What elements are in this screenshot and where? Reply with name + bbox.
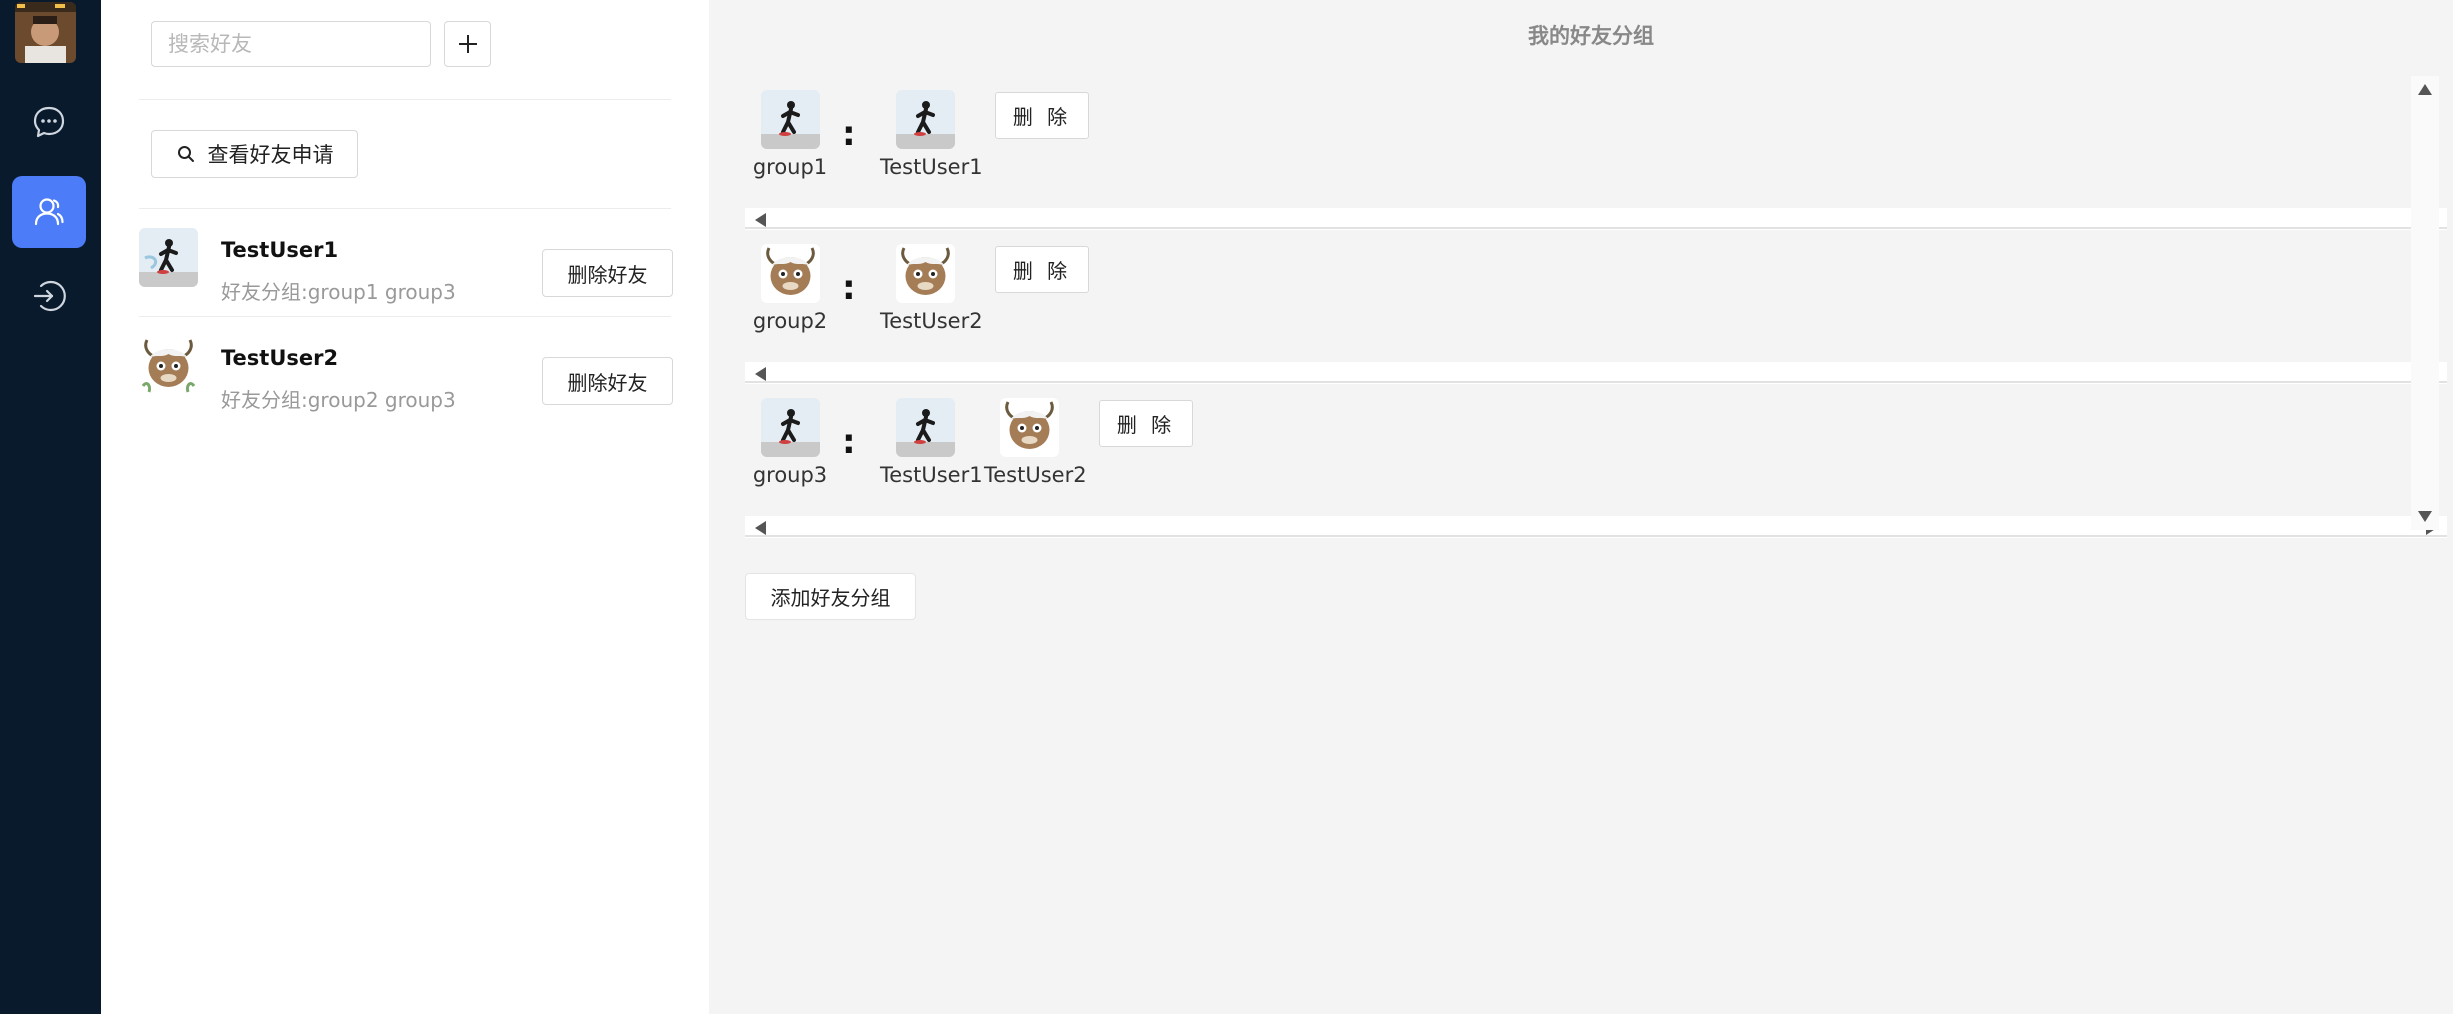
divider — [745, 227, 2447, 229]
plus-icon — [458, 35, 477, 53]
friend-item[interactable]: TestUser1 好友分组:group1 group3 删除好友 — [139, 218, 673, 326]
member-name: TestUser2 — [984, 463, 1087, 487]
group-item[interactable]: group2 — [745, 244, 835, 333]
group-name: group2 — [752, 309, 828, 333]
vertical-scrollbar[interactable] — [2411, 76, 2439, 530]
scroll-down-icon[interactable] — [2418, 511, 2432, 522]
nav-logout[interactable] — [12, 260, 86, 332]
delete-group-button[interactable]: 删 除 — [995, 246, 1089, 293]
divider — [745, 381, 2447, 383]
friend-list-panel: 查看好友申请 TestUser1 好友分组:group1 group3 删除好友 — [101, 0, 709, 1014]
chat-bubble-icon — [33, 106, 65, 138]
friend-item[interactable]: TestUser2 好友分组:group2 group3 删除好友 — [139, 326, 673, 434]
contacts-icon — [34, 198, 64, 226]
group-member[interactable]: TestUser2 — [984, 398, 1087, 487]
delete-friend-button[interactable]: 删除好友 — [542, 357, 673, 405]
divider — [139, 99, 671, 100]
group-name: group1 — [752, 155, 828, 179]
add-friend-button[interactable] — [444, 21, 491, 67]
friend-name: TestUser2 — [221, 346, 339, 370]
group-colon: : — [842, 268, 856, 308]
goat-avatar — [999, 398, 1059, 457]
divider — [745, 535, 2447, 537]
view-friend-requests-button[interactable]: 查看好友申请 — [151, 130, 358, 178]
scroll-left-icon[interactable] — [755, 367, 766, 381]
group-name: group3 — [752, 463, 828, 487]
goat-avatar — [895, 244, 955, 303]
view-friend-requests-label: 查看好友申请 — [207, 143, 334, 167]
delete-friend-button[interactable]: 删除好友 — [542, 249, 673, 297]
user-avatar[interactable] — [15, 2, 76, 63]
scroll-up-icon[interactable] — [2418, 84, 2432, 95]
search-input[interactable] — [151, 21, 431, 67]
group-row: group2 : TestUser2 删 除 — [745, 230, 2447, 384]
friend-groups-panel: 我的好友分组 group1 : TestUser1 删 除 group2: T… — [709, 0, 2453, 1014]
logout-icon — [33, 280, 66, 312]
divider — [139, 208, 671, 209]
app-root: 查看好友申请 TestUser1 好友分组:group1 group3 删除好友 — [0, 0, 2453, 1014]
group-member[interactable]: TestUser2 — [880, 244, 983, 333]
group-row: group3 : TestUser1 TestUser2 删 除 — [745, 384, 2447, 538]
friend-groups-text: 好友分组:group2 group3 — [221, 388, 456, 412]
member-name: TestUser1 — [880, 155, 983, 179]
group-colon: : — [842, 114, 856, 154]
nav-chat[interactable] — [12, 86, 86, 158]
skater-avatar — [760, 90, 820, 149]
page-title: 我的好友分组 — [1528, 24, 1654, 48]
friend-name: TestUser1 — [221, 238, 339, 262]
scroll-left-icon[interactable] — [755, 521, 766, 535]
skater-avatar — [895, 398, 955, 457]
member-name: TestUser2 — [880, 309, 983, 333]
group-row: group1 : TestUser1 删 除 — [745, 76, 2447, 230]
skater-avatar — [760, 398, 820, 457]
skater-avatar — [139, 228, 198, 287]
delete-group-button[interactable]: 删 除 — [995, 92, 1089, 139]
group-member[interactable]: TestUser1 — [880, 90, 983, 179]
nav-contacts[interactable] — [12, 176, 86, 248]
search-icon — [177, 146, 194, 162]
delete-group-button[interactable]: 删 除 — [1099, 400, 1193, 447]
group-item[interactable]: group3 — [745, 398, 835, 487]
group-member[interactable]: TestUser1 — [880, 398, 983, 487]
goat-avatar — [760, 244, 820, 303]
divider — [139, 316, 671, 317]
add-group-button[interactable]: 添加好友分组 — [745, 573, 916, 620]
friend-groups-text: 好友分组:group1 group3 — [221, 280, 456, 304]
group-item[interactable]: group1 — [745, 90, 835, 179]
goat-avatar — [139, 336, 198, 395]
scroll-left-icon[interactable] — [755, 213, 766, 227]
skater-avatar — [895, 90, 955, 149]
member-name: TestUser1 — [880, 463, 983, 487]
sidebar-rail — [0, 0, 101, 1014]
group-colon: : — [842, 422, 856, 462]
